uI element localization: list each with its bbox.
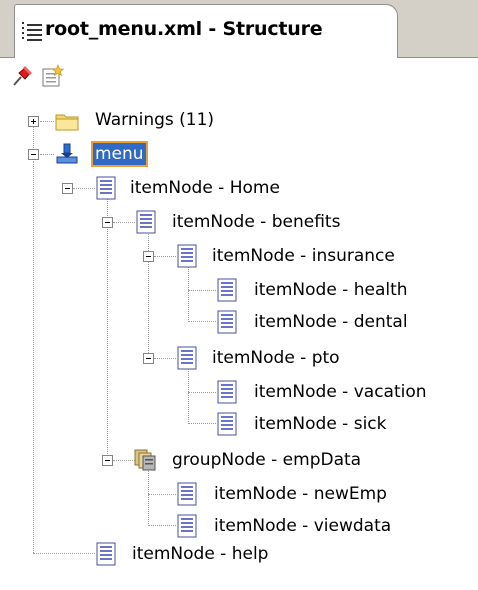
pin-icon[interactable] [10,64,34,88]
tree-guide [148,467,149,524]
tree-node-item[interactable]: itemNode - insurance [210,245,397,267]
tree-guide [188,290,216,291]
tree-guide [148,229,149,359]
tree-guide [113,460,135,461]
tree-node-item[interactable]: itemNode - dental [252,311,410,333]
item-node-icon [217,310,237,334]
tree-node-group[interactable]: groupNode - empData [170,449,363,471]
tab-title: root_menu.xml - Structure [45,18,323,40]
tree-guide [148,494,176,495]
tab-structure[interactable]: root_menu.xml - Structure [14,4,398,58]
toolbar [0,58,478,92]
tree-guide [148,525,176,526]
expand-toggle[interactable] [28,116,39,127]
folder-icon [55,114,79,131]
tree-guide [33,127,34,148]
tab-strip: root_menu.xml - Structure [0,0,478,58]
item-node-icon [217,412,237,436]
tree-guide [188,392,216,393]
tree-node-item[interactable]: itemNode - sick [252,413,389,435]
item-node-icon [177,244,197,268]
item-node-icon [177,482,197,506]
menu-root-icon [56,143,78,164]
collapse-toggle[interactable] [102,455,113,466]
new-node-icon[interactable] [40,64,64,88]
tree-node-item[interactable]: itemNode - viewdata [212,515,393,537]
item-node-icon [217,380,237,404]
tree-guide [154,256,176,257]
tree-guide [113,222,135,223]
tree-guide [107,195,108,462]
item-node-icon [177,514,197,538]
tree-guide [33,161,34,553]
tree-guide [188,263,189,320]
tree-node-item[interactable]: itemNode - pto [210,347,342,369]
tree-guide [33,553,95,554]
tree-node-menu[interactable]: menu [91,141,148,167]
collapse-toggle[interactable] [62,183,73,194]
group-node-icon [134,449,156,471]
structure-icon [22,22,42,41]
tree-guide [188,365,189,422]
tree-node-item[interactable]: itemNode - benefits [170,211,342,233]
collapse-toggle[interactable] [143,251,154,262]
structure-tree: Warnings (11) menu itemNode - Home itemN… [0,92,478,590]
item-node-icon [217,278,237,302]
tree-node-warnings[interactable]: Warnings (11) [93,109,216,131]
collapse-toggle[interactable] [143,353,154,364]
collapse-toggle[interactable] [102,217,113,228]
tree-guide [188,321,216,322]
tree-guide [40,121,54,122]
tree-node-item[interactable]: itemNode - newEmp [212,483,389,505]
tree-guide [188,423,216,424]
collapse-toggle[interactable] [28,149,39,160]
tree-node-item[interactable]: itemNode - help [130,543,270,565]
tree-node-item[interactable]: itemNode - health [252,279,410,301]
tree-node-item[interactable]: itemNode - Home [128,177,282,199]
item-node-icon [177,346,197,370]
item-node-icon [96,176,116,200]
item-node-icon [96,542,116,566]
item-node-icon [136,210,156,234]
tree-guide [73,188,95,189]
tree-guide [154,358,176,359]
tree-guide [40,154,54,155]
tree-node-item[interactable]: itemNode - vacation [252,381,429,403]
